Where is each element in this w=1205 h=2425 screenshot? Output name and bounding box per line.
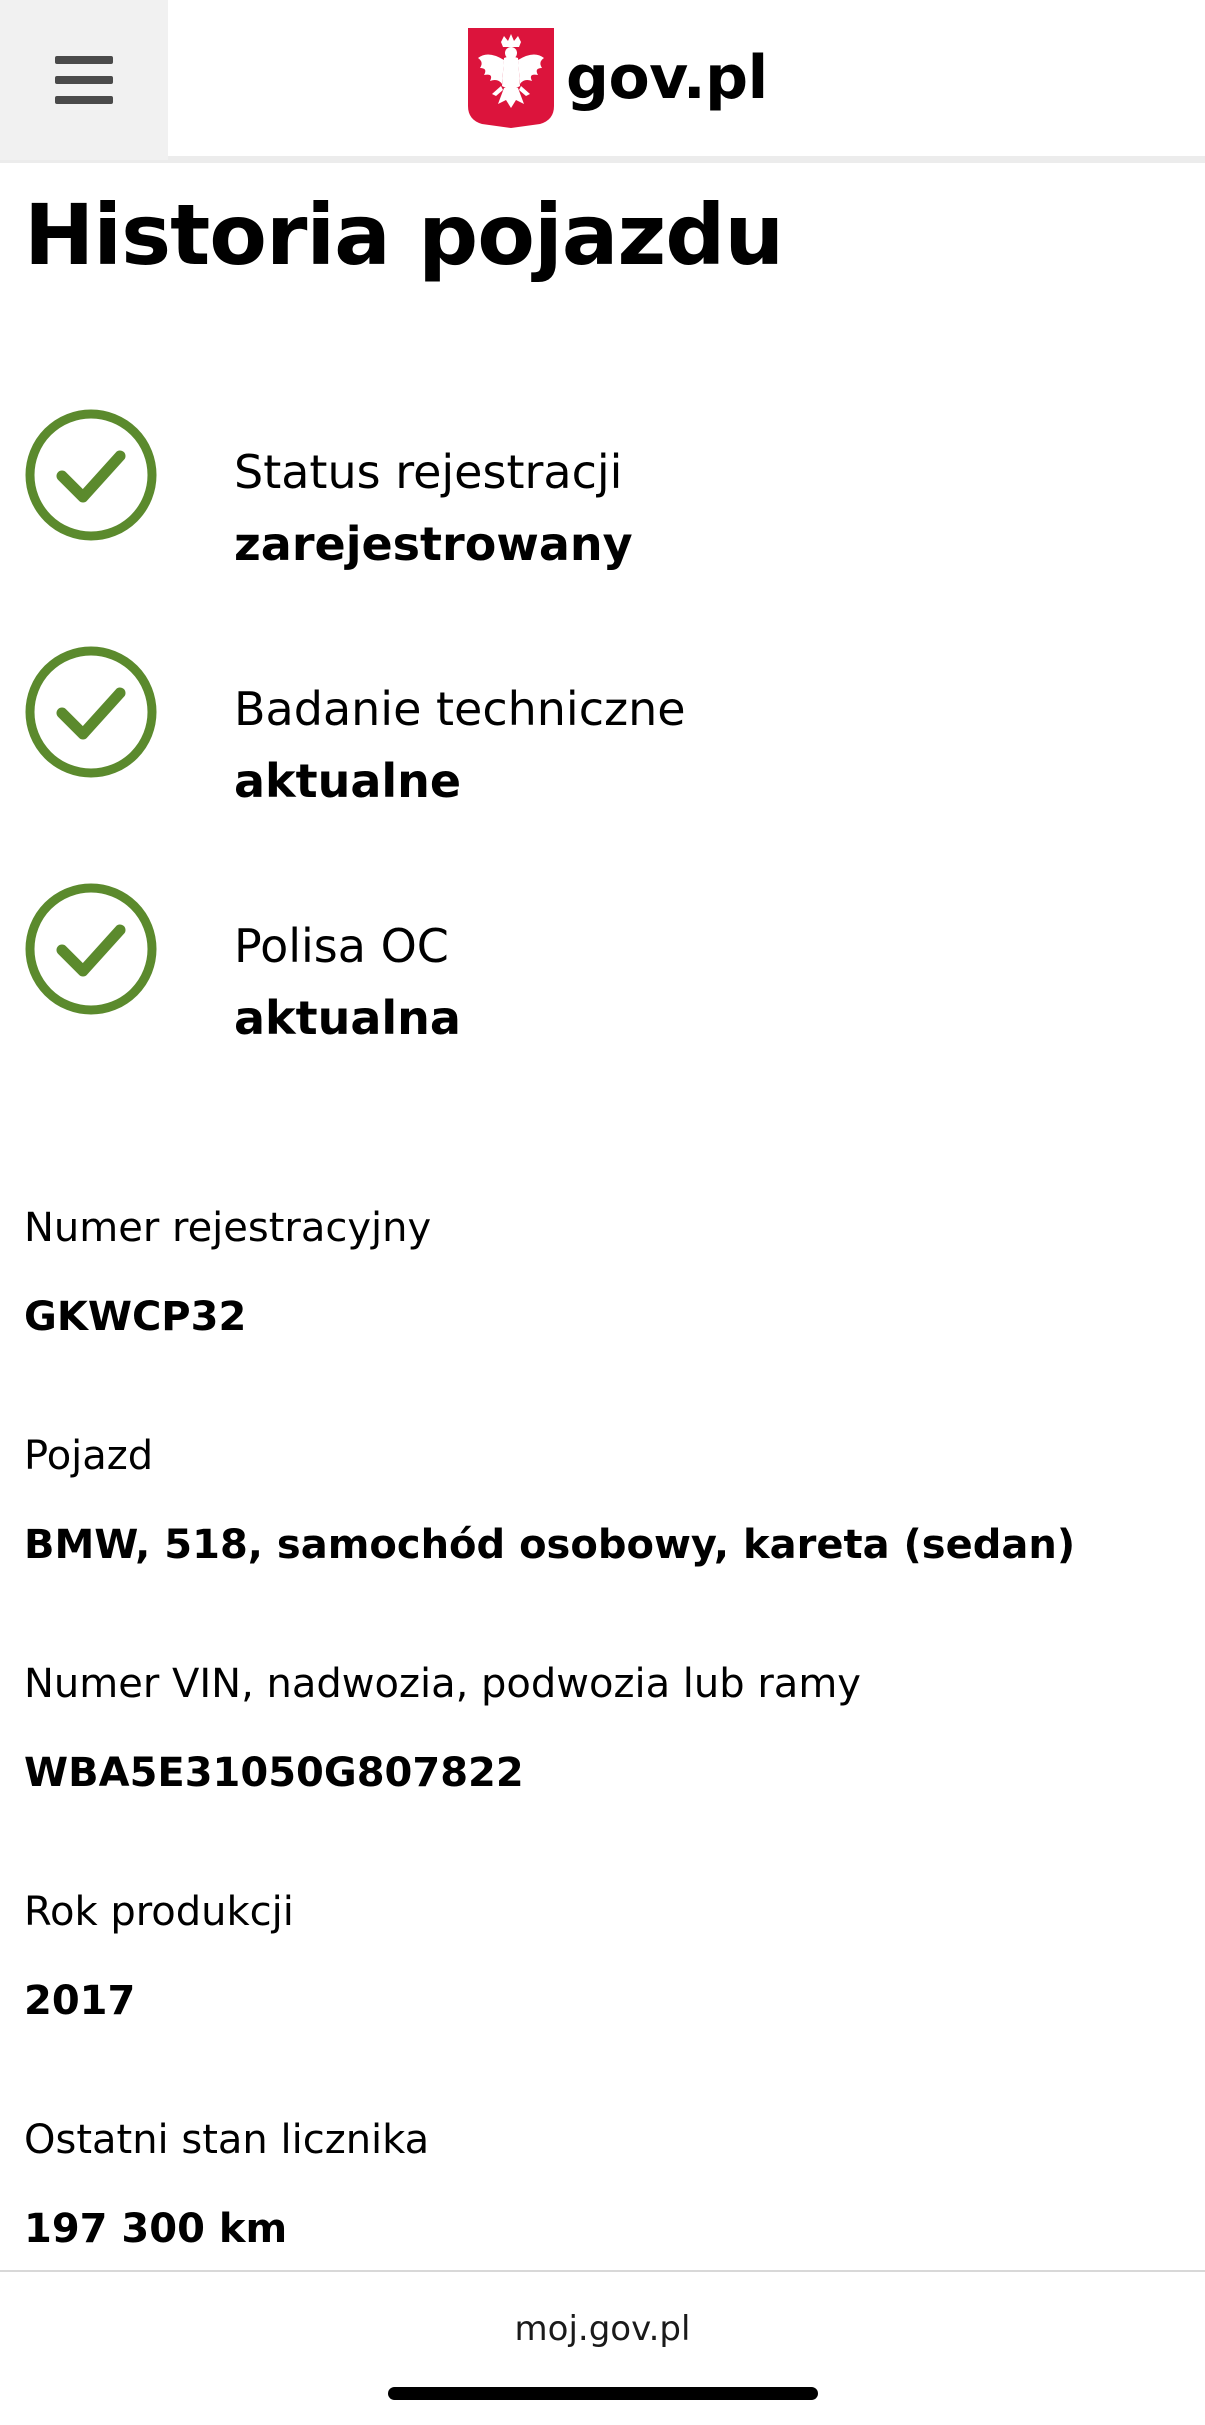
status-label: Badanie techniczne — [234, 682, 686, 736]
status-value: aktualna — [234, 991, 461, 1045]
home-indicator[interactable] — [388, 2387, 818, 2400]
status-value: zarejestrowany — [234, 517, 633, 571]
status-value: aktualne — [234, 754, 462, 808]
polish-eagle-emblem-icon — [468, 28, 554, 128]
status-technical-inspection: Badanie techniczne aktualne — [24, 645, 1174, 808]
field-label: Rok produkcji — [24, 1889, 294, 1935]
status-registration: Status rejestracji zarejestrowany — [24, 408, 1174, 571]
field-label: Numer rejestracyjny — [24, 1205, 432, 1251]
gov-pl-logo[interactable]: gov.pl — [468, 26, 768, 130]
status-insurance: Polisa OC aktualna — [24, 882, 1174, 1045]
logo-text: gov.pl — [566, 43, 768, 113]
top-header: gov.pl — [0, 0, 1205, 163]
address-bar-domain[interactable]: moj.gov.pl — [0, 2305, 1205, 2353]
check-circle-icon — [25, 646, 157, 778]
field-value: 197 300 km — [24, 2206, 288, 2252]
field-value: WBA5E31050G807822 — [24, 1750, 524, 1796]
check-circle-icon — [25, 883, 157, 1015]
page-title: Historia pojazdu — [24, 186, 784, 284]
check-circle-icon — [25, 409, 157, 541]
status-label: Status rejestracji — [234, 445, 623, 499]
field-value: 2017 — [24, 1978, 136, 2024]
hamburger-icon — [55, 56, 113, 104]
field-value: BMW, 518, samochód osobowy, kareta (seda… — [24, 1522, 1076, 1568]
menu-button[interactable] — [0, 0, 168, 160]
footer-divider — [0, 2270, 1205, 2272]
field-label: Numer VIN, nadwozia, podwozia lub ramy — [24, 1661, 861, 1707]
field-label: Pojazd — [24, 1433, 154, 1479]
status-label: Polisa OC — [234, 919, 449, 973]
field-value: GKWCP32 — [24, 1294, 247, 1340]
field-label: Ostatni stan licznika — [24, 2117, 430, 2163]
